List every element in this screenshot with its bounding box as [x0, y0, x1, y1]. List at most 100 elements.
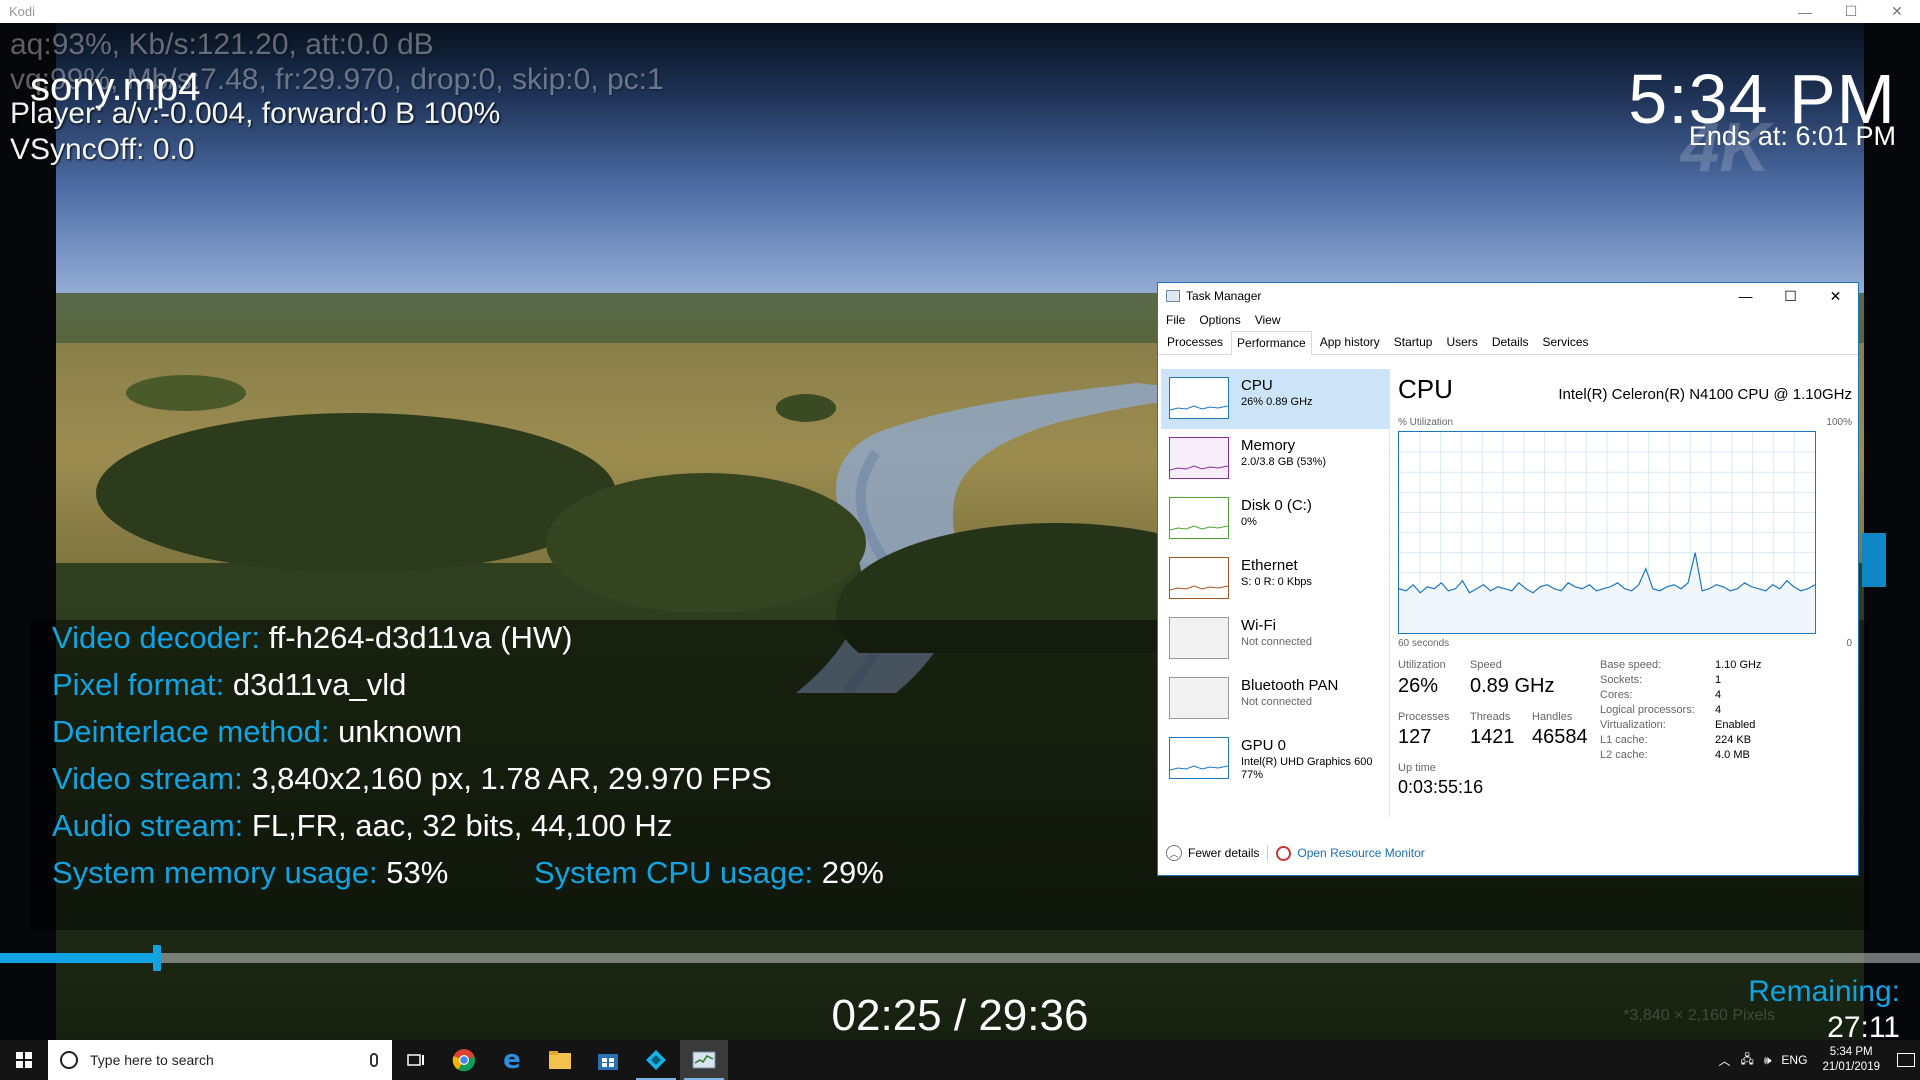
- stat-threads-label: Threads: [1470, 711, 1511, 723]
- resource-subtitle: Intel(R) UHD Graphics 600 77%: [1241, 756, 1373, 781]
- tab-performance[interactable]: Performance: [1231, 331, 1312, 355]
- menu-view[interactable]: View: [1255, 313, 1281, 327]
- ends-at-text: Ends at: 6:01 PM: [1688, 121, 1896, 151]
- task-manager-window[interactable]: Task Manager — ☐ ✕ File Options View Pro…: [1157, 282, 1859, 876]
- resource-item[interactable]: Bluetooth PAN Not connected: [1161, 669, 1389, 729]
- resource-list: CPU 26% 0.89 GHz Memory 2.0/3.8 GB (53%) Dis…: [1161, 369, 1389, 817]
- tab-details[interactable]: Details: [1486, 330, 1535, 354]
- stat-speed-label: Speed: [1470, 659, 1502, 671]
- cpu-detail-pane: CPU Intel(R) Celeron(R) N4100 CPU @ 1.10…: [1398, 369, 1854, 817]
- taskbar: Type here to search e ︿ 🖧 🕪 ENG 5:34 PM …: [0, 1040, 1920, 1080]
- side-panel-tab[interactable]: [1862, 533, 1886, 587]
- stat-speed: 0.89 GHz: [1470, 675, 1555, 697]
- resource-name: CPU: [1241, 377, 1273, 394]
- spec-value: 4: [1715, 689, 1722, 701]
- kodi-taskbar-button[interactable]: [632, 1040, 680, 1080]
- tm-minimize-button[interactable]: —: [1723, 283, 1768, 309]
- tm-close-button[interactable]: ✕: [1813, 283, 1858, 309]
- stat-uptime-label: Up time: [1398, 762, 1436, 774]
- menu-options[interactable]: Options: [1199, 313, 1240, 327]
- windows-logo-icon: [16, 1052, 32, 1068]
- resource-name: Memory: [1241, 437, 1296, 454]
- resource-item[interactable]: Disk 0 (C:) 0%: [1161, 489, 1389, 549]
- spec-value: 1.10 GHz: [1715, 659, 1762, 671]
- task-manager-taskbar-button[interactable]: [680, 1040, 728, 1080]
- spec-key: Base speed:: [1600, 659, 1662, 671]
- graph-time-span: 60 seconds: [1398, 638, 1450, 649]
- spec-value: Enabled: [1715, 719, 1756, 731]
- video-filename: sony.mp4: [30, 65, 201, 109]
- start-button[interactable]: [0, 1040, 48, 1080]
- kodi-titlebar: Kodi — ☐ ✕: [0, 0, 1920, 23]
- tab-users[interactable]: Users: [1440, 330, 1483, 354]
- stat-threads: 1421: [1470, 726, 1515, 748]
- resource-thumbnail: [1169, 677, 1229, 719]
- resource-subtitle: Not connected: [1241, 636, 1312, 648]
- cpu-utilization-graph: [1398, 431, 1816, 634]
- resource-thumbnail: [1169, 737, 1229, 779]
- info-audio-stream: Audio stream: FL,FR, aac, 32 bits, 44,10…: [52, 808, 673, 843]
- network-icon[interactable]: 🖧: [1740, 1050, 1753, 1071]
- file-explorer-button[interactable]: [536, 1040, 584, 1080]
- resource-item[interactable]: Ethernet S: 0 R: 0 Kbps: [1161, 549, 1389, 609]
- graph-time-zero: 0: [1846, 638, 1852, 649]
- store-taskbar-button[interactable]: [584, 1040, 632, 1080]
- info-cpu-usage: System CPU usage: 29%: [534, 855, 884, 890]
- tab-processes[interactable]: Processes: [1161, 330, 1229, 354]
- close-button[interactable]: ✕: [1874, 0, 1920, 23]
- tab-startup[interactable]: Startup: [1388, 330, 1439, 354]
- resource-subtitle: 2.0/3.8 GB (53%): [1241, 456, 1326, 468]
- open-resource-monitor-link[interactable]: Open Resource Monitor: [1297, 846, 1424, 860]
- fewer-details-link[interactable]: Fewer details: [1188, 846, 1259, 860]
- kodi-icon: [646, 1050, 666, 1070]
- stat-handles: 46584: [1532, 726, 1588, 748]
- taskbar-search[interactable]: Type here to search: [48, 1040, 392, 1080]
- seek-bar-handle[interactable]: [153, 945, 162, 971]
- task-view-button[interactable]: [392, 1040, 440, 1080]
- input-language[interactable]: ENG: [1781, 1053, 1807, 1067]
- chrome-taskbar-button[interactable]: [440, 1040, 488, 1080]
- tm-maximize-button[interactable]: ☐: [1768, 283, 1813, 309]
- minimize-button[interactable]: —: [1782, 0, 1828, 23]
- stat-processes-label: Processes: [1398, 711, 1450, 723]
- seek-bar[interactable]: [0, 945, 1920, 971]
- maximize-button[interactable]: ☐: [1828, 0, 1874, 23]
- taskbar-clock[interactable]: 5:34 PM 21/01/2019: [1822, 1045, 1880, 1075]
- edge-taskbar-button[interactable]: e: [488, 1040, 536, 1080]
- stat-uptime: 0:03:55:16: [1398, 777, 1484, 797]
- task-view-icon: [407, 1054, 424, 1066]
- spec-value: 224 KB: [1715, 734, 1752, 746]
- resource-monitor-icon: [1276, 845, 1292, 861]
- window-controls: — ☐ ✕: [1782, 0, 1920, 23]
- tm-titlebar[interactable]: Task Manager — ☐ ✕: [1158, 283, 1858, 309]
- resource-thumbnail: [1169, 377, 1229, 419]
- resource-name: GPU 0: [1241, 737, 1287, 754]
- video-area[interactable]: sony.mp4 aq:93%, Kb/s:121.20, att:0.0 dB…: [0, 23, 1920, 1040]
- utilization-axis-label: % Utilization: [1398, 417, 1454, 428]
- resource-item[interactable]: Memory 2.0/3.8 GB (53%): [1161, 429, 1389, 489]
- resource-item[interactable]: CPU 26% 0.89 GHz: [1161, 369, 1389, 429]
- tm-menubar: File Options View: [1158, 309, 1858, 331]
- microphone-icon[interactable]: [370, 1053, 378, 1067]
- tm-title: Task Manager: [1186, 289, 1262, 303]
- chevron-up-icon: ︿: [1166, 845, 1182, 861]
- volume-icon[interactable]: 🕪: [1764, 1053, 1772, 1068]
- menu-file[interactable]: File: [1166, 313, 1185, 327]
- resource-name: Bluetooth PAN: [1241, 677, 1339, 694]
- info-memory-usage: System memory usage: 53%: [52, 855, 449, 890]
- resource-name: Wi-Fi: [1241, 617, 1276, 634]
- tab-app-history[interactable]: App history: [1314, 330, 1386, 354]
- tab-services[interactable]: Services: [1537, 330, 1595, 354]
- resource-item[interactable]: Wi-Fi Not connected: [1161, 609, 1389, 669]
- chevron-up-icon[interactable]: ︿: [1718, 1052, 1730, 1069]
- resource-subtitle: 26% 0.89 GHz: [1241, 396, 1313, 408]
- chrome-icon: [452, 1049, 476, 1072]
- resource-thumbnail: [1169, 497, 1229, 539]
- stat-utilization: 26%: [1398, 675, 1439, 697]
- utilization-max-label: 100%: [1826, 417, 1852, 428]
- action-center-icon[interactable]: [1897, 1053, 1915, 1067]
- stat-handles-label: Handles: [1532, 711, 1573, 723]
- spec-key: Sockets:: [1600, 674, 1643, 686]
- resource-item[interactable]: GPU 0 Intel(R) UHD Graphics 600 77%: [1161, 729, 1389, 789]
- spec-key: Logical processors:: [1600, 704, 1695, 716]
